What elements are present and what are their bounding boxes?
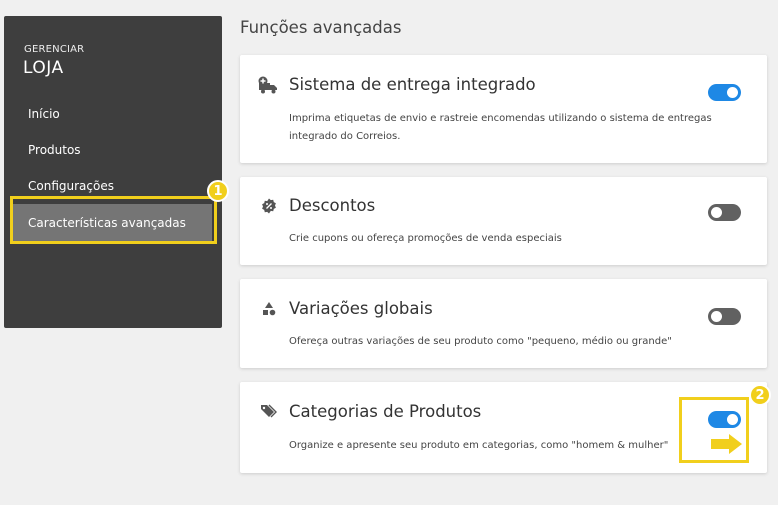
page-title: Funções avançadas xyxy=(240,18,402,37)
toggle-knob xyxy=(711,207,722,218)
feature-card-global-variations: Variações globais Ofereça outras variaçõ… xyxy=(240,279,767,368)
arrow-right-icon xyxy=(710,433,744,455)
step-badge-1: 1 xyxy=(207,180,229,202)
feature-title: Sistema de entrega integrado xyxy=(289,75,536,94)
feature-card-discounts: Descontos Crie cupons ou ofereça promoçõ… xyxy=(240,177,767,265)
delivery-truck-icon xyxy=(258,75,280,97)
shapes-icon xyxy=(258,298,280,320)
sidebar-item-inicio[interactable]: Início xyxy=(12,96,212,132)
feature-description: Imprima etiquetas de envio e rastreie en… xyxy=(289,113,712,142)
highlight-box-step-1 xyxy=(10,196,217,244)
feature-description: Organize e apresente seu produto em cate… xyxy=(289,440,669,451)
tags-icon xyxy=(258,400,280,422)
brand-title: LOJA xyxy=(23,58,64,78)
delivery-toggle[interactable] xyxy=(708,84,741,101)
feature-title: Variações globais xyxy=(289,299,433,318)
toggle-knob xyxy=(727,87,738,98)
feature-description: Ofereça outras variações de seu produto … xyxy=(289,336,672,347)
sidebar-item-produtos[interactable]: Produtos xyxy=(12,132,212,168)
toggle-knob xyxy=(711,311,722,322)
sidebar: GERENCIAR LOJA Início Produtos Configura… xyxy=(4,16,222,328)
feature-card-delivery: Sistema de entrega integrado Imprima eti… xyxy=(240,55,767,163)
feature-description: Crie cupons ou ofereça promoções de vend… xyxy=(289,233,562,244)
discount-badge-icon xyxy=(258,195,280,217)
global-variations-toggle[interactable] xyxy=(708,308,741,325)
feature-title: Categorias de Produtos xyxy=(289,402,482,421)
step-badge-2: 2 xyxy=(749,384,771,406)
brand-subtitle: GERENCIAR xyxy=(24,44,85,55)
discounts-toggle[interactable] xyxy=(708,204,741,221)
feature-title: Descontos xyxy=(289,196,376,215)
